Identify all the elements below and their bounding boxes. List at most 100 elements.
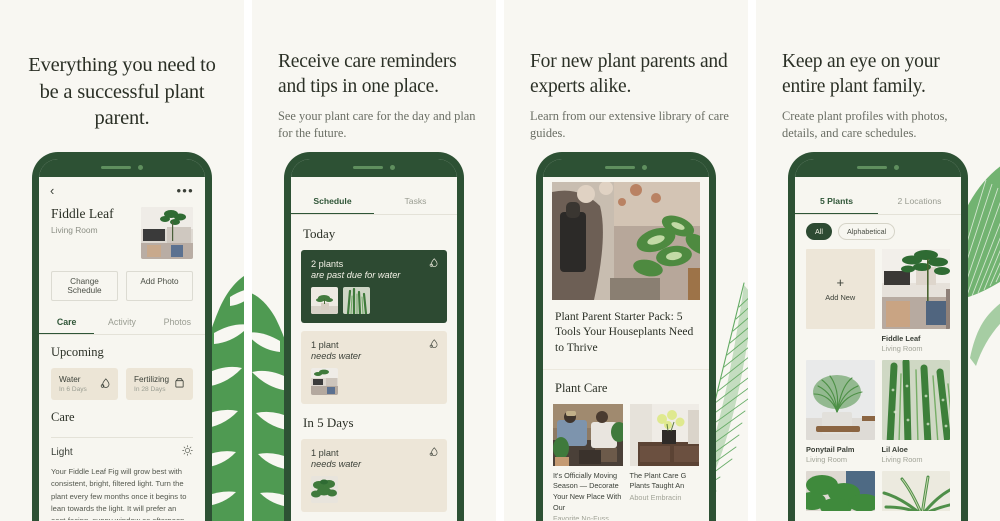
water-drop-icon [100, 377, 110, 391]
phone-mockup-1: ‹ ••• Fiddle Leaf Living Room Change Sch… [32, 152, 212, 521]
plant-list-tab-bar: 5 Plants 2 Locations [795, 188, 961, 215]
task-card-past-due[interactable]: 2 plants are past due for water [301, 250, 447, 323]
action-button-row: Change Schedule Add Photo [39, 259, 205, 301]
tab-photos[interactable]: Photos [150, 312, 205, 334]
article-subtitle: About Embracin [629, 493, 682, 503]
app-screen-schedule: Schedule Tasks Today 2 plants are past d… [291, 177, 457, 520]
task-thumbnails [311, 476, 438, 503]
plant-location: Living Room [881, 455, 923, 464]
upcoming-task-fertilizing[interactable]: Fertilizing In 28 Days [126, 368, 193, 400]
plant-name: Lil Aloe [881, 445, 908, 454]
group-heading-today: Today [303, 226, 336, 241]
tab-tasks[interactable]: Tasks [374, 188, 457, 214]
plant-header: Fiddle Leaf Living Room [39, 201, 205, 259]
task-count: 2 plants [311, 259, 344, 269]
plant-image [881, 471, 950, 520]
article-row: It's Officially Moving Season — Decorate… [543, 396, 709, 520]
plant-card[interactable]: Fiddle Leaf Living Room [881, 249, 950, 353]
task-count: 1 plant [311, 340, 339, 350]
plant-card[interactable] [881, 471, 950, 520]
article-title: It's Officially Moving Season — Decorate… [553, 470, 622, 512]
plant-thumbnail[interactable] [311, 287, 338, 314]
panel-4-header: Keep an eye on your entire plant family.… [756, 0, 1000, 142]
plant-image [806, 471, 875, 520]
plant-thumbnail[interactable] [311, 476, 338, 503]
plant-location: Living Room [881, 344, 923, 353]
add-new-button[interactable]: + Add New [806, 249, 875, 329]
care-heading: Care [51, 410, 75, 424]
promo-panel-3: For new plant parents and experts alike.… [504, 0, 748, 521]
plant-card[interactable]: Lil Aloe Living Room [881, 360, 950, 464]
camera-icon [390, 165, 395, 170]
task-card-needs-water[interactable]: 1 plant needs water [301, 331, 447, 404]
tab-activity[interactable]: Activity [94, 312, 149, 334]
task-status: needs water [311, 459, 362, 469]
task-card-needs-water[interactable]: 1 plant needs water [301, 439, 447, 512]
plant-card[interactable] [806, 471, 875, 520]
article-card[interactable]: The Plant Care G Plants Taught An About … [629, 403, 699, 520]
add-new-label: Add New [825, 293, 856, 302]
tab-locations[interactable]: 2 Locations [878, 188, 961, 214]
page-title: Everything you need to be a successful p… [28, 54, 216, 130]
plant-grid: + Add New Fiddle Leaf Living Room Ponyta… [795, 240, 961, 520]
article-card[interactable]: It's Officially Moving Season — Decorate… [553, 403, 623, 520]
plant-location: Living Room [806, 455, 848, 464]
task-title: Water [59, 375, 81, 384]
plant-thumbnail[interactable] [343, 287, 370, 314]
article-image [553, 403, 623, 466]
back-icon[interactable]: ‹ [50, 184, 54, 197]
upcoming-task-row: Water In 6 Days Fertilizing In 28 Days [39, 360, 205, 400]
plant-image [806, 360, 875, 440]
phone-mockup-4: 5 Plants 2 Locations All Alphabetical + … [788, 152, 968, 521]
task-status: needs water [311, 351, 362, 361]
section-heading-plant-care: Plant Care [543, 368, 709, 396]
more-options-icon[interactable]: ••• [176, 184, 194, 197]
page-title: For new plant parents and experts alike. [530, 51, 728, 97]
plant-thumbnail[interactable] [311, 368, 338, 395]
filter-pill-row: All Alphabetical [795, 215, 961, 240]
tab-schedule[interactable]: Schedule [291, 188, 374, 214]
plant-card[interactable]: Ponytail Palm Living Room [806, 360, 875, 464]
speaker-icon [101, 165, 131, 170]
page-title: Keep an eye on your entire plant family. [782, 51, 940, 97]
task-status: are past due for water [311, 270, 401, 280]
filter-all[interactable]: All [806, 223, 832, 240]
plant-location: Living Room [51, 224, 98, 235]
phone-notch [795, 159, 961, 177]
plant-name: Fiddle Leaf [51, 206, 114, 221]
hero-article-title[interactable]: Plant Parent Starter Pack: 5 Tools Your … [543, 300, 709, 367]
plant-photo-thumbnail[interactable] [141, 207, 193, 259]
task-count: 1 plant [311, 448, 339, 458]
task-thumbnails [311, 287, 438, 314]
camera-icon [642, 165, 647, 170]
phone-notch [39, 159, 205, 177]
plant-name: Fiddle Leaf [881, 334, 921, 343]
promo-panel-4: Keep an eye on your entire plant family.… [756, 0, 1000, 521]
sun-icon [182, 445, 193, 459]
speaker-icon [353, 165, 383, 170]
plant-image [881, 360, 950, 440]
add-photo-button[interactable]: Add Photo [126, 271, 193, 301]
upcoming-heading: Upcoming [51, 345, 104, 359]
app-store-screenshot-gallery: Everything you need to be a successful p… [0, 0, 1000, 521]
add-new-cell[interactable]: + Add New [806, 249, 875, 353]
change-schedule-button[interactable]: Change Schedule [51, 271, 118, 301]
care-section-light[interactable]: Light [39, 438, 205, 459]
upcoming-task-water[interactable]: Water In 6 Days [51, 368, 118, 400]
plant-image [881, 249, 950, 329]
group-heading-in-5-days: In 5 Days [303, 415, 354, 430]
detail-tab-bar: Care Activity Photos [39, 312, 205, 335]
task-thumbnails [311, 368, 438, 395]
task-due: In 6 Days [59, 386, 87, 393]
hero-article-image[interactable] [552, 182, 700, 300]
app-screen-plant-list: 5 Plants 2 Locations All Alphabetical + … [795, 177, 961, 520]
tab-plants[interactable]: 5 Plants [795, 188, 878, 214]
filter-alphabetical[interactable]: Alphabetical [838, 223, 896, 240]
article-subtitle: Favorite No-Fuss Plants [553, 514, 609, 520]
water-drop-icon [429, 447, 438, 458]
app-screen-library: Plant Parent Starter Pack: 5 Tools Your … [543, 177, 709, 520]
tab-care[interactable]: Care [39, 312, 95, 334]
article-image [629, 403, 699, 466]
speaker-icon [605, 165, 635, 170]
article-title: The Plant Care G Plants Taught An [629, 470, 687, 491]
